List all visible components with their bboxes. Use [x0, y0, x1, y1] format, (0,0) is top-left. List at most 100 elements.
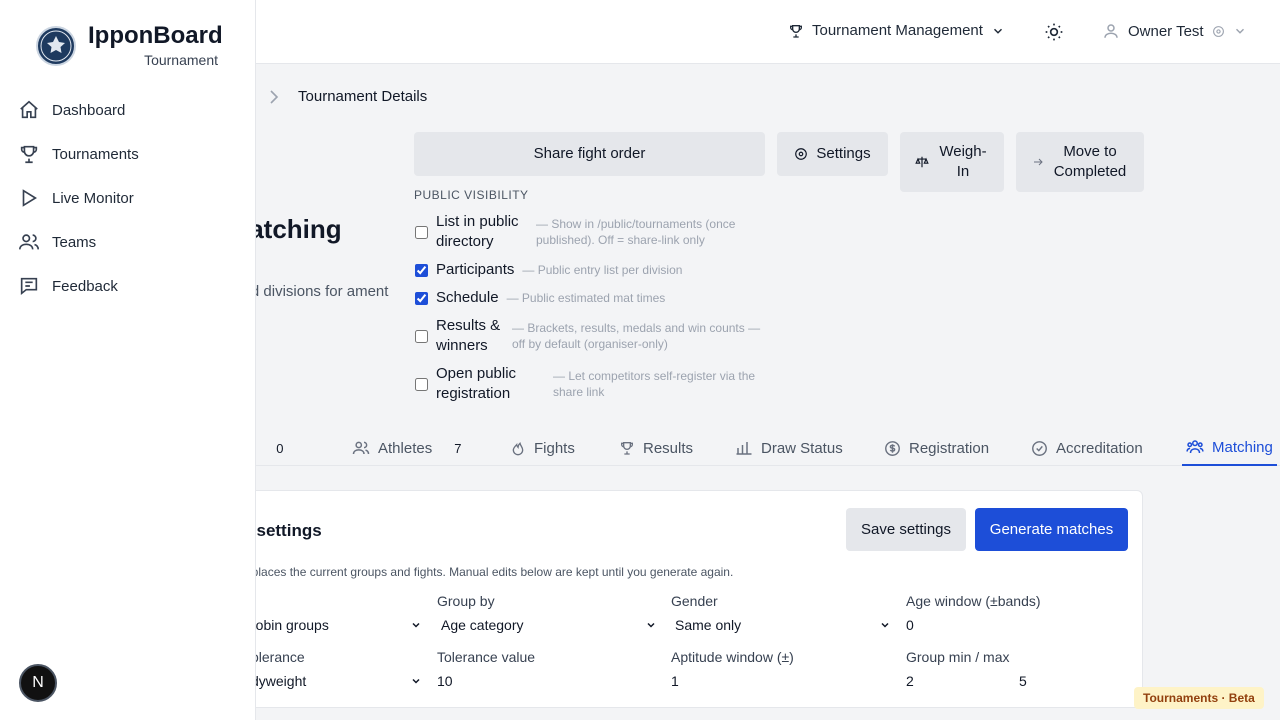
settings-label: Settings	[816, 145, 871, 162]
sidebar-item-feedback[interactable]: Feedback	[18, 275, 118, 297]
visibility-row: Results & winners — Brackets, results, m…	[414, 316, 762, 356]
tournament-management-label: Tournament Management	[812, 22, 983, 39]
theme-toggle-button[interactable]	[1044, 22, 1064, 42]
visibility-desc: — Show in /public/tournaments (once publ…	[536, 217, 736, 247]
user-menu[interactable]: Owner Test	[1102, 22, 1247, 40]
age-window-label: Age window (±bands)	[906, 593, 1041, 609]
tab-count: 7	[454, 440, 462, 456]
tournament-management-menu[interactable]: Tournament Management	[788, 22, 1005, 39]
visibility-row: Participants — Public entry list per div…	[414, 260, 682, 280]
public-directory-checkbox[interactable]	[415, 225, 428, 239]
play-icon	[18, 187, 40, 209]
breadcrumb: nts Tournament Details	[230, 88, 427, 105]
message-icon	[18, 275, 40, 297]
visibility-label: Open public registration	[436, 365, 517, 402]
user-name: Owner Test	[1128, 22, 1204, 40]
group-max-input[interactable]: 5	[1019, 673, 1027, 689]
aptitude-window-label: Aptitude window (±)	[671, 649, 794, 665]
tolerance-value-input[interactable]: 10	[437, 673, 453, 689]
move-to-completed-label: Move to Completed	[1053, 143, 1127, 180]
tab-label: Draw Status	[761, 439, 843, 457]
generate-matches-button[interactable]: Generate matches	[975, 508, 1128, 551]
visibility-label: Results & winners	[436, 317, 501, 354]
users-icon	[1186, 438, 1204, 456]
visibility-row: List in public directory — Show in /publ…	[414, 212, 766, 252]
age-window-input[interactable]: 0	[906, 617, 914, 633]
visibility-desc: — Let competitors self-register via the …	[553, 369, 756, 399]
gender-select[interactable]: Same only	[675, 617, 741, 633]
brand-subtitle: Tournament	[144, 52, 218, 68]
group-min-input[interactable]: 2	[906, 673, 914, 689]
sidebar-item-live-monitor[interactable]: Live Monitor	[18, 187, 134, 209]
sidebar-item-tournaments[interactable]: Tournaments	[18, 143, 139, 165]
card-note: g replaces the current groups and fights…	[231, 565, 734, 579]
check-circle-icon	[1031, 440, 1048, 457]
settings-button[interactable]: Settings	[777, 132, 888, 176]
tab-draw-status[interactable]: Draw Status	[735, 430, 843, 466]
sun-icon	[1044, 22, 1064, 42]
weigh-in-button[interactable]: Weigh-In	[900, 132, 1004, 192]
beta-badge: Tournaments · Beta	[1134, 687, 1264, 709]
tab-label: Accreditation	[1056, 439, 1143, 457]
save-settings-button[interactable]: Save settings	[846, 508, 966, 551]
chevron-down-icon	[410, 675, 422, 687]
group-min-max-label: Group min / max	[906, 649, 1010, 665]
group-by-label: Group by	[437, 593, 495, 609]
brand-name: IpponBoard	[88, 22, 223, 49]
chevron-right-icon	[268, 89, 280, 104]
visibility-label: List in public directory	[436, 213, 519, 250]
mode-select[interactable]: robin groups	[251, 617, 329, 633]
sidebar-item-label: Feedback	[52, 277, 118, 295]
flame-icon	[510, 440, 526, 456]
trophy-icon	[788, 23, 804, 39]
open-registration-checkbox[interactable]	[415, 377, 428, 391]
share-fight-order-button[interactable]: Share fight order	[414, 132, 765, 176]
tolerance-value-label: Tolerance value	[437, 649, 536, 665]
trophy-icon	[619, 440, 635, 456]
tab-matching[interactable]: Matching	[1182, 430, 1277, 466]
home-icon	[18, 99, 40, 121]
weigh-in-label: Weigh-In	[939, 143, 987, 180]
arrow-right-icon	[1032, 156, 1044, 168]
tab-registration[interactable]: Registration	[884, 430, 989, 466]
sidebar-item-teams[interactable]: Teams	[18, 231, 96, 253]
chevron-down-icon	[645, 619, 657, 631]
tab-accreditation[interactable]: Accreditation	[1031, 430, 1143, 466]
ipponboard-logo	[36, 26, 76, 66]
tolerance-label: olerance	[251, 649, 305, 665]
visibility-desc: — Public estimated mat times	[506, 291, 666, 305]
dev-tools-badge[interactable]: N	[19, 664, 57, 702]
sidebar-item-label: Teams	[52, 233, 97, 251]
schedule-checkbox[interactable]	[415, 291, 428, 305]
tab-fights[interactable]: Fights	[510, 430, 575, 466]
users-icon	[352, 439, 370, 457]
breadcrumb-current: Tournament Details	[298, 88, 428, 105]
dollar-circle-icon	[884, 440, 901, 457]
tab-results[interactable]: Results	[619, 430, 693, 466]
trophy-icon	[18, 143, 40, 165]
group-by-select[interactable]: Age category	[441, 617, 524, 633]
tolerance-type-select[interactable]: dyweight	[251, 673, 306, 689]
results-winners-checkbox[interactable]	[415, 329, 428, 343]
participants-checkbox[interactable]	[415, 263, 428, 277]
tab-label: Athletes	[378, 439, 433, 457]
visibility-label: Participants	[436, 261, 515, 278]
tab-label: Registration	[909, 439, 990, 457]
matching-settings-card: ng settings g replaces the current group…	[200, 490, 1143, 708]
move-to-completed-button[interactable]: Move to Completed	[1016, 132, 1144, 192]
sidebar-item-dashboard[interactable]: Dashboard	[18, 99, 125, 121]
tab-label: Matching	[1212, 438, 1273, 456]
tab-count: 0	[276, 440, 284, 456]
visibility-label: Schedule	[436, 289, 499, 306]
aptitude-window-input[interactable]: 1	[671, 673, 679, 689]
bar-chart-icon	[735, 439, 753, 457]
tab-label: Results	[643, 439, 694, 457]
scale-icon	[915, 155, 929, 169]
tab-label: Fights	[534, 439, 575, 457]
sidebar: IpponBoard Tournament Dashboard Tourname…	[0, 0, 256, 720]
tab-athletes[interactable]: Athletes 7	[352, 430, 461, 466]
chevron-down-icon	[410, 619, 422, 631]
chevron-down-icon	[879, 619, 891, 631]
share-fight-order-label: Share fight order	[533, 145, 646, 162]
users-icon	[18, 231, 40, 253]
